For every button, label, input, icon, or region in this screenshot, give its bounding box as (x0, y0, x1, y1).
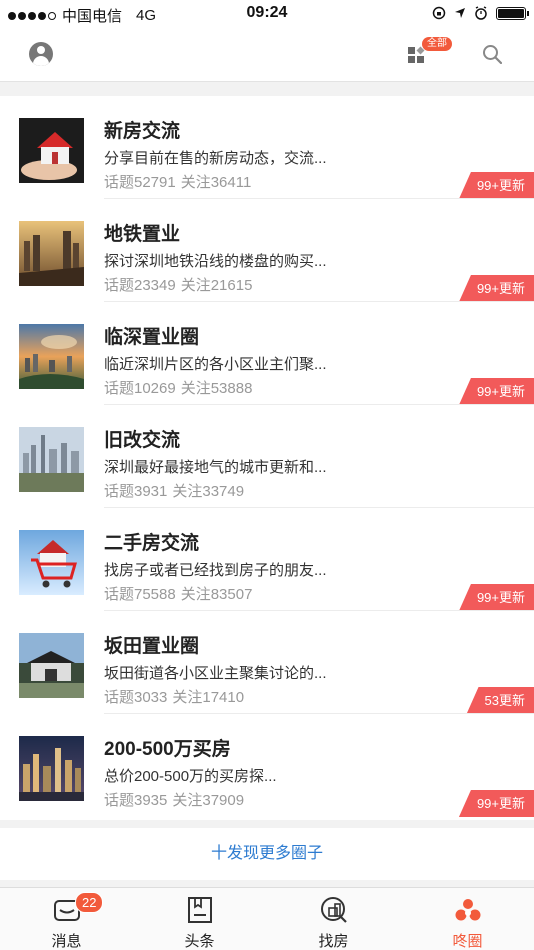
tab-label: 头条 (184, 933, 215, 950)
circle-meta: 话题3935 关注37909 (104, 789, 244, 810)
circle-meta: 话题75588 关注83507 (104, 583, 252, 604)
circle-title: 临深置业圈 (104, 327, 200, 348)
circle-item-new-house[interactable]: 新房交流 分享目前在售的新房动态，交流... 话题52791 关注36411 99… (0, 96, 534, 199)
headlines-icon (187, 897, 212, 923)
tab-headlines[interactable]: 头条 (133, 888, 266, 950)
circle-title: 新房交流 (104, 121, 181, 142)
bottom-tab-bar: 22 消息 头条 找房 咚圈 (0, 887, 534, 950)
circle-item-renewal[interactable]: 旧改交流 深圳最好最接地气的城市更新和... 话题3931 关注33749 (0, 405, 534, 508)
topic-count: 话题52791 (104, 174, 176, 191)
follow-count: 关注83507 (180, 586, 253, 603)
circle-desc: 坂田街道各小区业主聚集讨论的... (104, 665, 327, 682)
circle-item-metro[interactable]: 地铁置业 探讨深圳地铁沿线的楼盘的购买... 话题23349 关注21615 99… (0, 199, 534, 302)
battery-icon (496, 6, 529, 20)
update-badge: 53更新 (466, 687, 534, 714)
tab-label: 找房 (318, 933, 349, 950)
circle-item-near-shenzhen[interactable]: 临深置业圈 临近深圳片区的各小区业主们聚... 话题10269 关注53888 9… (0, 302, 534, 405)
circle-thumbnail (19, 530, 84, 595)
circle-item-bantian[interactable]: 坂田置业圈 坂田街道各小区业主聚集讨论的... 话题3033 关注17410 53… (0, 611, 534, 714)
search-icon[interactable] (482, 44, 502, 64)
circle-list: 新房交流 分享目前在售的新房动态，交流... 话题52791 关注36411 99… (0, 96, 534, 820)
find-house-icon (320, 897, 347, 923)
location-icon (455, 8, 465, 18)
circle-meta: 话题10269 关注53888 (104, 377, 252, 398)
topic-count: 话题3033 (104, 689, 168, 706)
topic-count: 话题75588 (104, 586, 176, 603)
topic-count: 话题3935 (104, 792, 168, 809)
tab-circle[interactable]: 咚圈 (401, 888, 534, 950)
follow-count: 关注37909 (172, 792, 245, 809)
circle-community-icon (455, 899, 480, 921)
status-right (432, 6, 529, 20)
circle-meta: 话题23349 关注21615 (104, 274, 252, 295)
circle-title: 二手房交流 (104, 533, 200, 554)
circle-thumbnail (19, 118, 84, 183)
follow-count: 关注33749 (172, 483, 245, 500)
circle-thumbnail (19, 221, 84, 286)
orientation-lock-icon (432, 6, 446, 20)
circle-desc: 探讨深圳地铁沿线的楼盘的购买... (104, 253, 327, 270)
follow-count: 关注36411 (180, 174, 252, 191)
topic-count: 话题23349 (104, 277, 176, 294)
circle-meta: 话题3033 关注17410 (104, 686, 244, 707)
circle-item-second-hand[interactable]: 二手房交流 找房子或者已经找到房子的朋友... 话题75588 关注83507 9… (0, 508, 534, 611)
topic-count: 话题3931 (104, 483, 168, 500)
circle-title: 旧改交流 (104, 430, 181, 451)
circle-thumbnail (19, 324, 84, 389)
update-badge: 99+更新 (458, 790, 534, 817)
circle-meta: 话题3931 关注33749 (104, 480, 244, 501)
follow-count: 关注21615 (180, 277, 253, 294)
update-badge: 99+更新 (458, 275, 534, 302)
top-nav: 全部 (0, 28, 534, 82)
circle-desc: 分享目前在售的新房动态，交流... (104, 150, 327, 167)
tab-messages[interactable]: 22 消息 (0, 888, 133, 950)
follow-count: 关注53888 (180, 380, 253, 397)
discover-more-link[interactable]: 十发现更多圈子 (0, 828, 534, 880)
circle-thumbnail (19, 736, 84, 801)
update-badge: 99+更新 (458, 378, 534, 405)
follow-count: 关注17410 (172, 689, 245, 706)
tab-label: 咚圈 (452, 933, 483, 950)
topic-count: 话题10269 (104, 380, 176, 397)
tab-find-house[interactable]: 找房 (267, 888, 400, 950)
circle-meta: 话题52791 关注36411 (104, 171, 251, 192)
circle-desc: 深圳最好最接地气的城市更新和... (104, 459, 327, 476)
message-badge: 22 (75, 892, 104, 913)
status-bar: 中国电信 4G 09:24 (0, 0, 534, 28)
circle-thumbnail (19, 633, 84, 698)
update-badge: 99+更新 (458, 172, 534, 199)
circle-title: 坂田置业圈 (104, 636, 200, 657)
tab-label: 消息 (51, 933, 82, 950)
update-badge: 99+更新 (458, 584, 534, 611)
user-avatar-icon[interactable] (29, 42, 53, 66)
all-circles-grid-icon[interactable] (408, 46, 425, 64)
circle-title: 200-500万买房 (104, 739, 231, 760)
circle-desc: 临近深圳片区的各小区业主们聚... (104, 356, 327, 373)
circle-thumbnail (19, 427, 84, 492)
circle-desc: 找房子或者已经找到房子的朋友... (104, 562, 327, 579)
all-badge[interactable]: 全部 (422, 37, 452, 51)
alarm-icon (475, 6, 487, 20)
circle-desc: 总价200-500万的买房探... (104, 768, 277, 785)
circle-item-budget-200-500[interactable]: 200-500万买房 总价200-500万的买房探... 话题3935 关注379… (0, 714, 534, 817)
circle-title: 地铁置业 (104, 224, 181, 245)
